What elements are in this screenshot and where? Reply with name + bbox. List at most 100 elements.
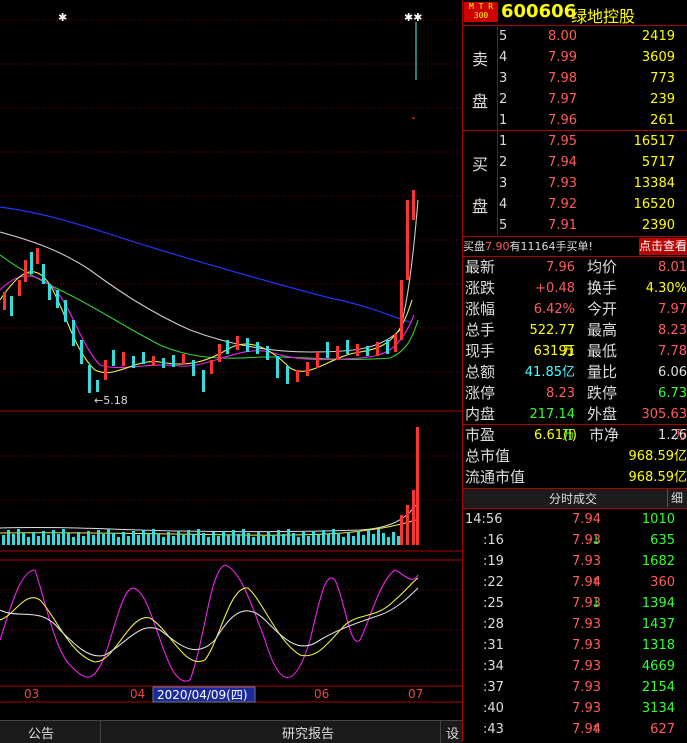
volume-bar: [317, 535, 320, 545]
month-label: 06: [314, 687, 329, 701]
order-row[interactable]: 5 8.00 2419: [463, 26, 687, 47]
info-marker-icon: ✱✱: [404, 11, 422, 24]
tick-volume: 2154: [641, 680, 675, 695]
volume-bar: [377, 529, 380, 545]
tab-tick-trades[interactable]: 分时成交: [549, 490, 597, 507]
tick-time: :28: [483, 617, 504, 632]
pe-info-icon[interactable]: (I): [563, 425, 577, 446]
tick-time: :43: [483, 722, 504, 737]
volume-bar: [387, 537, 390, 545]
volume-bar: [172, 536, 175, 545]
order-row[interactable]: 4 7.99 3609: [463, 47, 687, 68]
order-price: 7.93: [548, 176, 577, 191]
quote-label: 外盘: [587, 405, 618, 423]
volume-bar: [392, 532, 395, 545]
quote-value: +0.48: [535, 281, 575, 296]
tick-time: :25: [483, 596, 504, 611]
volume-bar: [157, 533, 160, 545]
quote-value: 6.73: [658, 386, 687, 401]
volume-bar: [17, 529, 20, 545]
volume-bar: [372, 534, 375, 545]
volume-bar: [367, 530, 370, 545]
order-level: 5: [499, 29, 508, 44]
order-row[interactable]: 1 7.95 16517: [463, 131, 687, 152]
quote-value: 7.78: [658, 344, 687, 359]
tick-volume: 1010: [641, 512, 675, 527]
info-marker-icon: ✱: [58, 11, 67, 24]
tick-direction-icon: ↑: [591, 575, 602, 589]
volume-bar: [117, 537, 120, 545]
tick-time: :22: [483, 575, 504, 590]
pe-value: 6.61: [534, 428, 563, 443]
order-row[interactable]: 5 7.91 2390: [463, 215, 687, 236]
kdj-j-line: [0, 564, 419, 682]
quote-label: 总手: [465, 321, 496, 339]
quote-value: 305.63万: [641, 407, 687, 443]
volume-bar: [102, 534, 105, 545]
volume-bar: [412, 490, 415, 545]
order-level: 5: [499, 218, 508, 233]
quote-label: 总额: [465, 363, 496, 381]
order-row[interactable]: 4 7.92 16520: [463, 194, 687, 215]
view-details-button[interactable]: 点击查看: [639, 238, 687, 255]
volume-bar: [227, 535, 230, 545]
volume-bar: [217, 536, 220, 545]
detail-button[interactable]: 细: [667, 489, 686, 507]
order-row[interactable]: 3 7.98 773: [463, 68, 687, 89]
tick-row: :34 7.93 4669: [463, 656, 687, 677]
volume-bar: [112, 533, 115, 545]
volume-bar: [32, 532, 35, 545]
volume-bar: [57, 534, 60, 545]
order-row[interactable]: 1 7.96 261: [463, 110, 687, 131]
ma-line-white: [0, 199, 419, 353]
quote-value: 8.23: [546, 386, 575, 401]
order-row[interactable]: 2 7.94 5717: [463, 152, 687, 173]
quote-value: 7.96: [546, 260, 575, 275]
quote-label: 最低: [587, 342, 618, 360]
order-row[interactable]: 3 7.93 13384: [463, 173, 687, 194]
volume-bar: [342, 537, 345, 545]
volume-bar: [132, 531, 135, 545]
tick-volume: 1682: [641, 554, 675, 569]
pb-value: 1.26: [658, 428, 687, 443]
month-label: 04: [130, 687, 145, 701]
order-volume: 2390: [641, 218, 675, 233]
volume-bar: [97, 530, 100, 545]
tick-volume: 627: [650, 722, 675, 737]
tick-price: 7.94: [572, 512, 601, 527]
quote-label: 跌停: [587, 384, 618, 402]
volume-bar: [12, 534, 15, 545]
order-volume: 3609: [641, 50, 675, 65]
tab-research-reports[interactable]: 研究报告: [282, 723, 334, 742]
order-volume: 773: [650, 71, 675, 86]
quote-label: 换手: [587, 279, 618, 297]
quote-value: 522.77万: [529, 323, 576, 359]
tick-time: :37: [483, 680, 504, 695]
volume-bars: [2, 427, 419, 545]
tick-time: :34: [483, 659, 504, 674]
volume-bar: [416, 427, 419, 545]
order-level: 4: [499, 197, 508, 212]
order-price: 7.95: [548, 134, 577, 149]
tick-volume: 3134: [641, 701, 675, 716]
tick-price: 7.93: [572, 638, 601, 653]
ticks-header: 分时成交 细: [463, 489, 687, 509]
volume-bar: [82, 536, 85, 545]
kline-chart-area[interactable]: ✱ ✱✱ ←5.18 03 04 06 07 2020/04/09(四): [0, 0, 462, 720]
volume-bar: [137, 535, 140, 545]
volume-bar: [72, 537, 75, 545]
settings-button[interactable]: 设: [446, 723, 459, 742]
tick-price: 7.93: [572, 659, 601, 674]
order-price: 7.96: [548, 113, 577, 128]
kdj-k-line: [0, 577, 419, 663]
tab-announcements[interactable]: 公告: [28, 723, 54, 742]
volume-bar: [22, 533, 25, 545]
volume-bar: [242, 529, 245, 545]
volume-bar: [47, 535, 50, 545]
order-row[interactable]: 2 7.97 239: [463, 89, 687, 110]
tick-row: :43 7.94 ↑ 627: [463, 719, 687, 740]
bottom-tab-bar: 公告 研究报告 设: [0, 720, 462, 743]
tick-volume: 1437: [641, 617, 675, 632]
order-level: 3: [499, 176, 508, 191]
volume-bar: [162, 537, 165, 545]
